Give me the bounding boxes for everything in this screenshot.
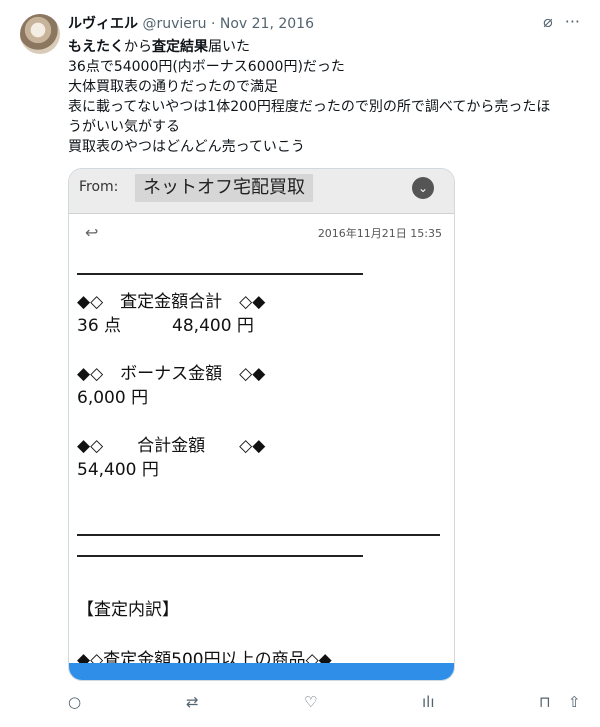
total-heading: ◆◇ 査定金額合計 ◇◆: [77, 292, 266, 312]
bonus-value: 6,000 円: [77, 388, 149, 408]
email-reply-row: ↩ 2016年11月21日 15:35: [69, 223, 454, 243]
sum-heading: ◆◇ 合計金額 ◇◆: [77, 436, 266, 456]
breakdown-heading: 【査定内訳】: [77, 600, 179, 620]
sum-value: 54,400 円: [77, 460, 159, 480]
more-icon[interactable]: ···: [565, 12, 580, 31]
avatar[interactable]: [20, 14, 60, 54]
slash-circle-icon[interactable]: ⌀: [543, 12, 553, 31]
email-from-bar: From: ネットオフ宅配買取 ⌄: [69, 169, 454, 214]
text-fragment: から: [124, 39, 152, 55]
tweet-header: ルヴィエル @ruvieru · Nov 21, 2016: [68, 14, 580, 34]
display-name[interactable]: ルヴィエル: [68, 16, 138, 32]
tweet-line-1: もえたくから査定結果届いた: [68, 37, 588, 57]
divider: [77, 534, 440, 536]
header-icons: ⌀ ···: [543, 12, 580, 31]
phone-toolbar: [69, 663, 454, 680]
reply-arrow-icon: ↩: [85, 223, 99, 242]
tweet-line-3: 大体買取表の通りだったので満足: [68, 79, 278, 95]
action-bar: ○ ⇄ ♡ ılı ⊓ ⇧: [68, 693, 588, 715]
total-value: 36 点 48,400 円: [77, 316, 254, 336]
reply-icon[interactable]: ○: [68, 693, 81, 711]
divider: [77, 555, 363, 557]
divider: [77, 273, 363, 275]
tweet-line-4: 表に載ってないやつは1体200円程度だったので別の所で調べてから売ったほ: [68, 99, 551, 115]
text-fragment: 届いた: [208, 39, 250, 55]
result-term: 査定結果: [152, 39, 208, 55]
handle[interactable]: @ruvieru: [142, 16, 206, 32]
heart-icon[interactable]: ♡: [304, 693, 317, 711]
shop-name: もえたく: [68, 39, 124, 55]
bonus-heading: ◆◇ ボーナス金額 ◇◆: [77, 364, 266, 384]
tweet: ルヴィエル @ruvieru · Nov 21, 2016 ⌀ ··· もえたく…: [0, 0, 600, 727]
tweet-date[interactable]: Nov 21, 2016: [220, 16, 314, 32]
bookmark-icon[interactable]: ⊓: [539, 693, 551, 711]
from-label: From:: [79, 179, 119, 195]
tweet-line-2: 36点で54000円(内ボーナス6000円)だった: [68, 59, 345, 75]
tweet-line-6: 買取表のやつはどんどん売っていこう: [68, 139, 305, 155]
email-datetime: 2016年11月21日 15:35: [317, 227, 442, 240]
tweet-line-5: うがいい気がする: [68, 119, 180, 135]
retweet-icon[interactable]: ⇄: [186, 693, 199, 711]
share-icon[interactable]: ⇧: [568, 693, 581, 711]
tweet-text: もえたくから査定結果届いた 36点で54000円(内ボーナス6000円)だった …: [68, 37, 588, 157]
sender-name: ネットオフ宅配買取: [135, 174, 313, 202]
chevron-down-icon: ⌄: [412, 177, 434, 199]
separator: ·: [210, 16, 216, 32]
views-icon[interactable]: ılı: [422, 693, 435, 711]
attached-image[interactable]: From: ネットオフ宅配買取 ⌄ ↩ 2016年11月21日 15:35 ◆◇…: [68, 168, 455, 681]
